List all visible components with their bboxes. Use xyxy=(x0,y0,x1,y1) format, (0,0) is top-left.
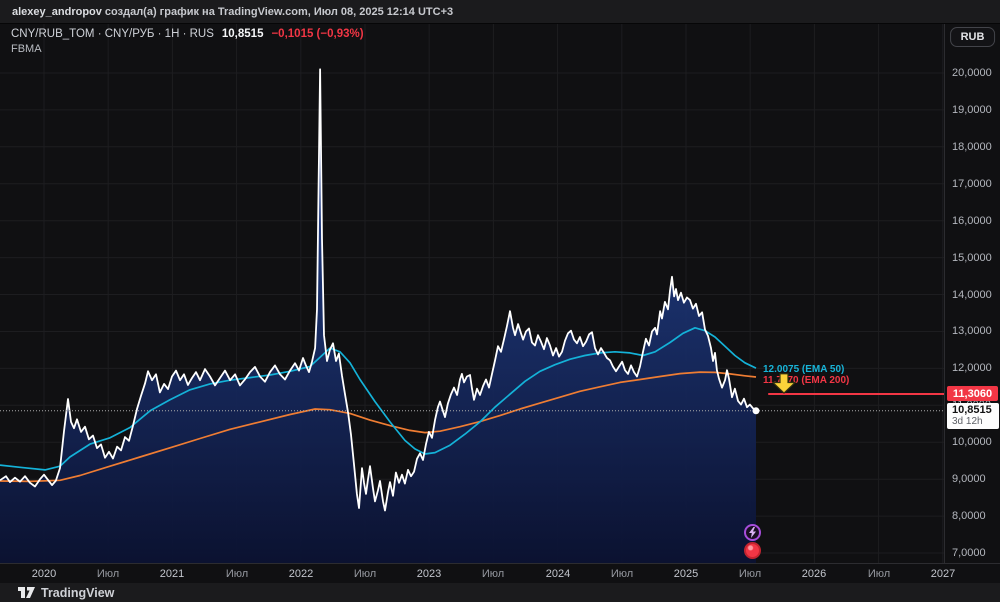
tradingview-logo-icon xyxy=(18,587,35,598)
time-tick-label: Июл xyxy=(96,568,120,580)
legend-change: −0,1015 (−0,93%) xyxy=(271,28,364,40)
attribution-text: создал(а) график на TradingView.com, Июл… xyxy=(101,5,454,18)
time-tick-label: 2021 xyxy=(159,568,185,580)
time-tick-label: Июл xyxy=(353,568,377,580)
price-tick-label: 9,0000 xyxy=(952,473,986,485)
attribution-username: alexey_andropov xyxy=(12,5,102,18)
price-tick-label: 13,0000 xyxy=(952,325,992,337)
last-price-dot xyxy=(752,407,760,415)
indicator-name[interactable]: FBMA xyxy=(11,43,42,55)
price-tick-label: 12,0000 xyxy=(952,362,992,374)
price-axis[interactable]: RUB 11,3060 10,8515 3d 12h 20,0000 19,000… xyxy=(944,24,1000,563)
legend-last-price: 10,8515 xyxy=(221,28,264,40)
price-tick-label: 16,0000 xyxy=(952,215,992,227)
price-tick-label: 18,0000 xyxy=(952,141,992,153)
red-dot-badge[interactable] xyxy=(744,542,761,559)
time-tick-label: 2024 xyxy=(545,568,571,580)
price-tick-label: 7,0000 xyxy=(952,547,986,559)
symbol-legend[interactable]: CNY/RUB_TOM · CNY/РУБ · 1H · RUS 10,8515… xyxy=(11,28,364,40)
time-tick-label: Июл xyxy=(867,568,891,580)
time-tick-label: 2020 xyxy=(31,568,57,580)
time-tick-label: Июл xyxy=(225,568,249,580)
brand-name[interactable]: TradingView xyxy=(41,586,114,600)
yellow-down-arrow[interactable] xyxy=(772,373,796,394)
time-axis[interactable]: 2020 Июл 2021 Июл 2022 Июл 2023 Июл 2024 Июл 2025 И… xyxy=(0,563,1000,583)
alert-price-tag: 11,3060 xyxy=(947,386,998,401)
price-tick-label: 14,0000 xyxy=(952,289,992,301)
bar-countdown: 3d 12h xyxy=(952,416,983,427)
symbol-title[interactable]: CNY/RUB_TOM · CNY/РУБ · 1H · RUS xyxy=(11,28,214,40)
lightning-badge[interactable] xyxy=(744,524,761,541)
chart-pane[interactable]: CNY/RUB_TOM · CNY/РУБ · 1H · RUS 10,8515… xyxy=(0,24,944,563)
lightning-icon xyxy=(749,527,756,538)
price-tick-label: 17,0000 xyxy=(952,178,992,190)
time-tick-label: Июл xyxy=(610,568,634,580)
price-tick-label: 15,0000 xyxy=(952,252,992,264)
indicator-legend[interactable]: FBMA xyxy=(11,43,42,55)
currency-button[interactable]: RUB xyxy=(949,27,996,47)
last-price-value: 10,8515 xyxy=(952,404,992,416)
footer-bar: TradingView xyxy=(0,583,1000,602)
event-badges xyxy=(744,524,761,559)
time-tick-label: 2023 xyxy=(416,568,442,580)
time-tick-label: Июл xyxy=(481,568,505,580)
price-chart xyxy=(0,24,944,563)
time-tick-label: 2027 xyxy=(930,568,956,580)
price-tick-label: 8,0000 xyxy=(952,510,986,522)
time-tick-label: 2025 xyxy=(673,568,699,580)
price-tick-label: 20,0000 xyxy=(952,67,992,79)
last-price-tag: 10,8515 3d 12h xyxy=(947,403,999,429)
price-tick-label: 19,0000 xyxy=(952,104,992,116)
attribution-bar: alexey_andropov создал(а) график на Trad… xyxy=(0,0,1000,24)
time-tick-label: 2022 xyxy=(288,568,314,580)
tradingview-chart-page: alexey_andropov создал(а) график на Trad… xyxy=(0,0,1000,602)
price-tick-label: 10,0000 xyxy=(952,436,992,448)
time-tick-label: 2026 xyxy=(801,568,827,580)
time-tick-label: Июл xyxy=(738,568,762,580)
